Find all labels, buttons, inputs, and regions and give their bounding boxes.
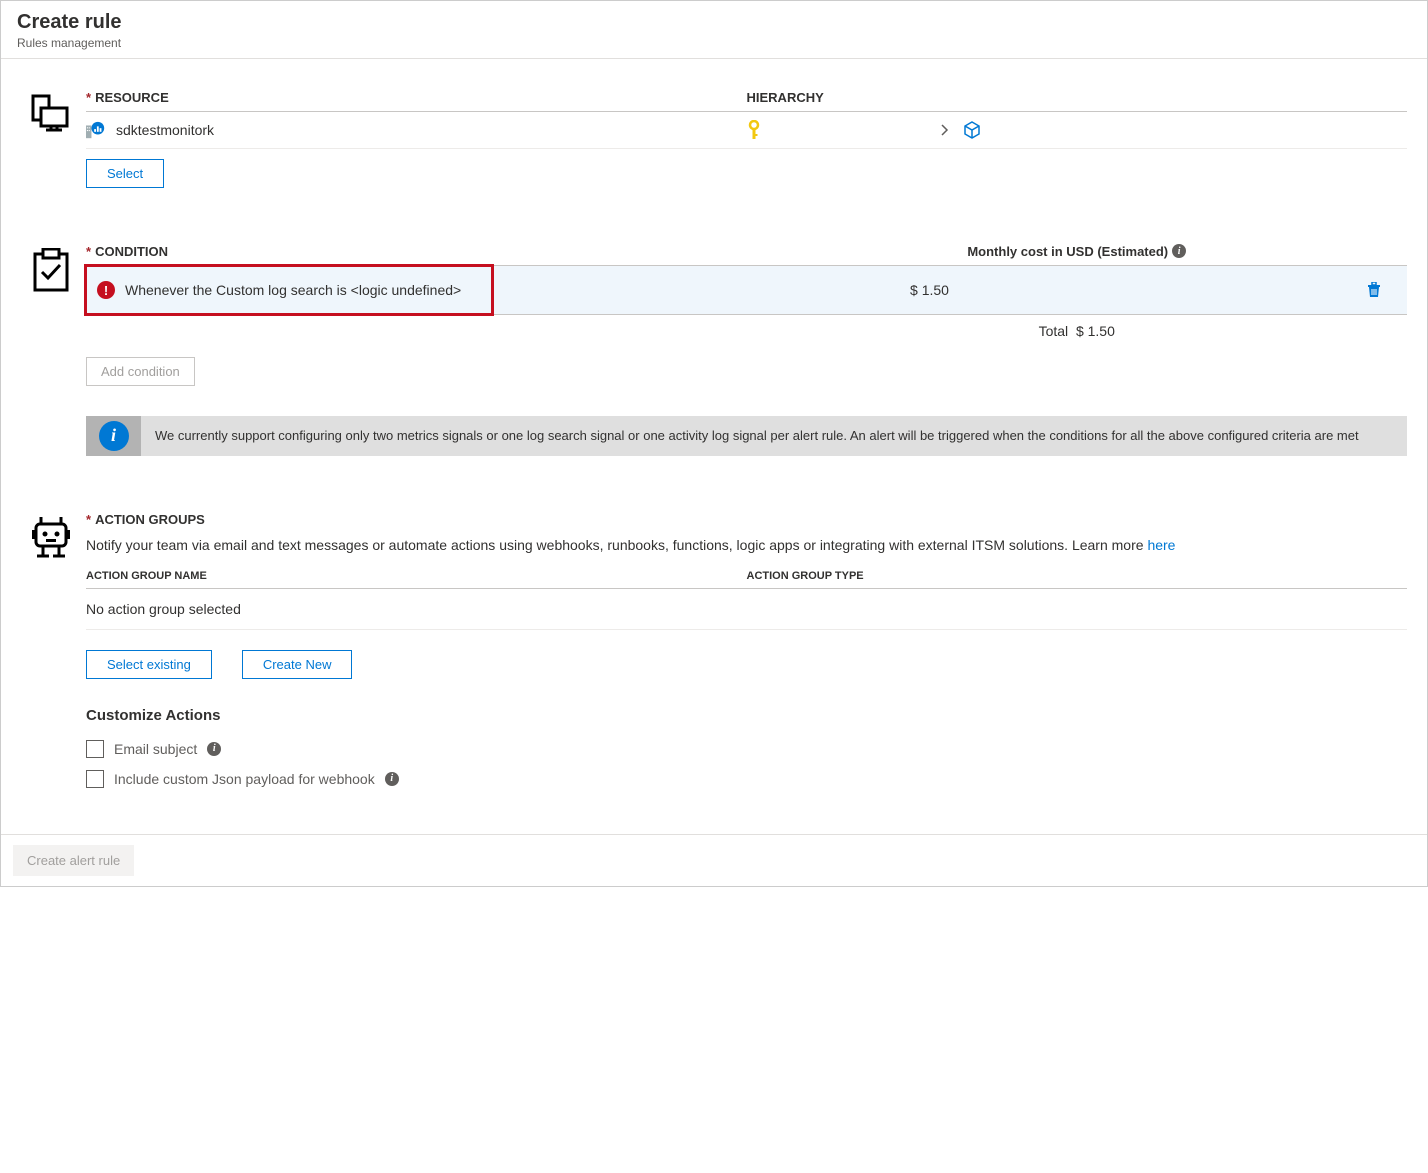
select-resource-button[interactable]: Select <box>86 159 164 188</box>
info-icon[interactable]: i <box>1172 244 1186 258</box>
condition-section: *CONDITION Monthly cost in USD (Estimate… <box>31 243 1407 456</box>
custom-json-checkbox[interactable] <box>86 770 104 788</box>
cost-label: Monthly cost in USD (Estimated) i <box>747 244 1408 259</box>
condition-label: *CONDITION <box>86 244 168 259</box>
create-alert-rule-button: Create alert rule <box>13 845 134 876</box>
resource-row[interactable]: sdktestmonitork <box>86 112 1407 149</box>
footer: Create alert rule <box>1 834 1427 886</box>
info-banner-text: We currently support configuring only tw… <box>141 416 1407 456</box>
info-banner-icon: i <box>99 421 129 451</box>
condition-row[interactable]: ! Whenever the Custom log search is <log… <box>86 265 1407 315</box>
info-icon[interactable]: i <box>207 742 221 756</box>
custom-json-label: Include custom Json payload for webhook <box>114 771 375 787</box>
page-subtitle: Rules management <box>17 36 1411 50</box>
resource-label: *RESOURCE <box>86 90 169 105</box>
chevron-right-icon <box>941 124 949 136</box>
info-banner: i We currently support configuring only … <box>86 416 1407 456</box>
add-condition-button: Add condition <box>86 357 195 386</box>
error-icon: ! <box>97 281 115 299</box>
email-subject-label: Email subject <box>114 741 197 757</box>
condition-icon <box>31 243 86 456</box>
condition-cost: $ 1.50 <box>492 282 1367 298</box>
action-groups-label: *ACTION GROUPS <box>86 512 205 527</box>
condition-text: Whenever the Custom log search is <logic… <box>125 282 461 298</box>
monitor-icon <box>86 121 106 139</box>
cube-icon <box>963 121 981 139</box>
info-icon[interactable]: i <box>385 772 399 786</box>
resource-name: sdktestmonitork <box>116 122 214 138</box>
page-title: Create rule <box>17 11 1411 34</box>
total-value: $ 1.50 <box>1076 323 1115 339</box>
action-group-empty-row: No action group selected <box>86 589 1407 630</box>
resource-icon <box>31 89 86 188</box>
learn-more-link[interactable]: here <box>1147 537 1175 553</box>
delete-condition-button[interactable] <box>1367 282 1407 298</box>
email-subject-checkbox[interactable] <box>86 740 104 758</box>
action-groups-icon <box>31 511 86 794</box>
create-new-button[interactable]: Create New <box>242 650 353 679</box>
action-groups-section: *ACTION GROUPS Notify your team via emai… <box>31 511 1407 794</box>
action-groups-description: Notify your team via email and text mess… <box>86 535 1407 556</box>
customize-actions-title: Customize Actions <box>86 707 1407 724</box>
col-action-group-name: ACTION GROUP NAME <box>86 570 747 582</box>
select-existing-button[interactable]: Select existing <box>86 650 212 679</box>
resource-section: *RESOURCE HIERARCHY <box>31 89 1407 188</box>
col-action-group-type: ACTION GROUP TYPE <box>747 570 1408 582</box>
key-icon <box>747 120 761 140</box>
hierarchy-label: HIERARCHY <box>747 90 824 105</box>
page-header: Create rule Rules management <box>1 1 1427 59</box>
total-label: Total <box>1039 323 1069 339</box>
